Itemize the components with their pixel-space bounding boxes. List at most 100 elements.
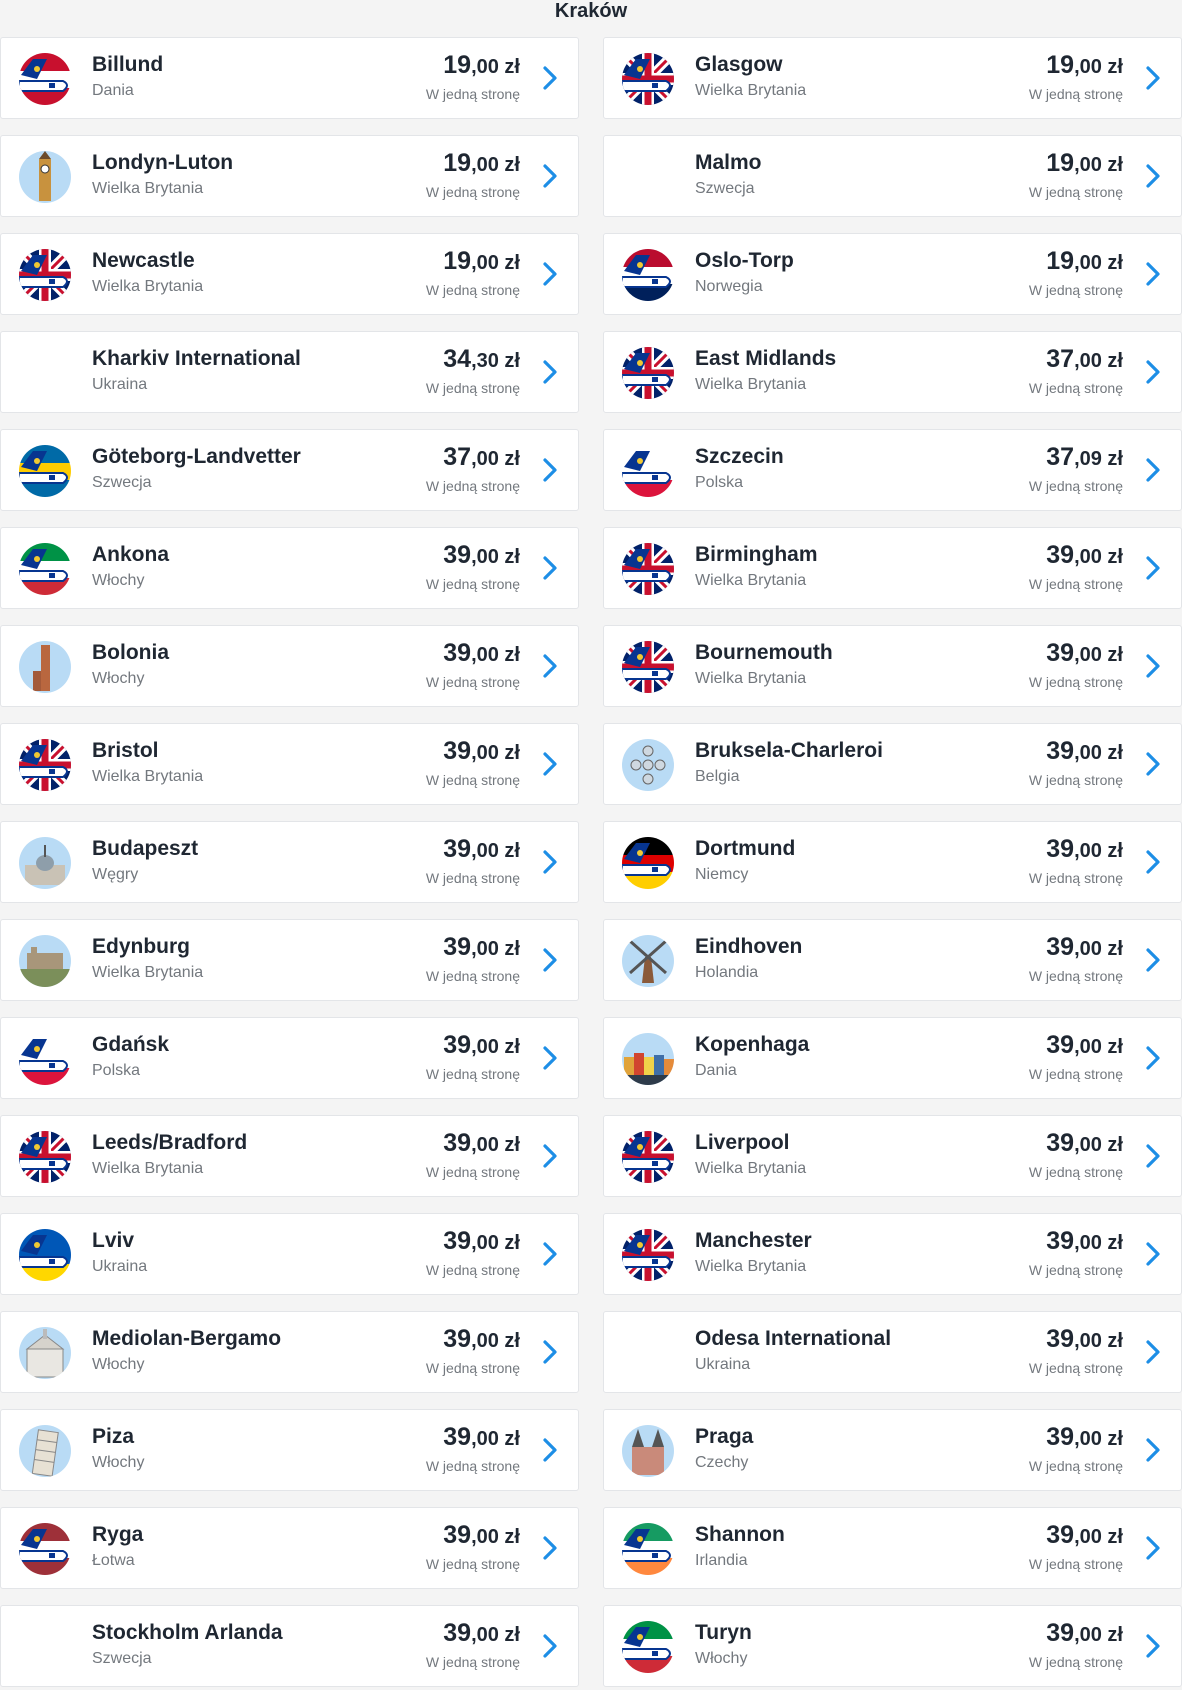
chevron-right-icon[interactable]: [1145, 65, 1161, 91]
chevron-right-icon[interactable]: [542, 163, 558, 189]
price: 39,00 zł: [443, 1325, 520, 1354]
destination-card[interactable]: Billund Dania 19,00 zł W jedną stronę: [0, 37, 579, 119]
destination-card[interactable]: Birmingham Wielka Brytania 39,00 zł W jedną…: [603, 527, 1182, 609]
destination-card[interactable]: Ryga Łotwa 39,00 zł W jedną stronę: [0, 1507, 579, 1589]
destination-card[interactable]: Lviv Ukraina 39,00 zł W jedną stronę: [0, 1213, 579, 1295]
destination-card[interactable]: Shannon Irlandia 39,00 zł W jedną stronę: [603, 1507, 1182, 1589]
atomium-icon: [622, 739, 674, 791]
chevron-right-icon[interactable]: [542, 1143, 558, 1169]
destination-card[interactable]: Liverpool Wielka Brytania 39,00 zł W jedną …: [603, 1115, 1182, 1197]
chevron-right-icon[interactable]: [542, 359, 558, 385]
chevron-right-icon[interactable]: [542, 65, 558, 91]
one-way-note: W jedną stronę: [1028, 1360, 1123, 1376]
destination-card[interactable]: East Midlands Wielka Brytania 37,00 zł W je…: [603, 331, 1182, 413]
destination-card[interactable]: Leeds/Bradford Wielka Brytania 39,00 zł W j…: [0, 1115, 579, 1197]
destination-card[interactable]: Mediolan-Bergamo Włochy 39,00 zł W jedną st…: [0, 1311, 579, 1393]
chevron-right-icon[interactable]: [1145, 751, 1161, 777]
chevron-right-icon[interactable]: [1145, 457, 1161, 483]
destination-card[interactable]: Szczecin Polska 37,09 zł W jedną stronę: [603, 429, 1182, 511]
chevron-right-icon[interactable]: [542, 1437, 558, 1463]
chevron-right-icon[interactable]: [542, 261, 558, 287]
destination-country: Dania: [695, 1062, 737, 1079]
destination-card[interactable]: Glasgow Wielka Brytania 19,00 zł W jedną st…: [603, 37, 1182, 119]
chevron-right-icon[interactable]: [542, 1339, 558, 1365]
chevron-right-icon[interactable]: [542, 1535, 558, 1561]
chevron-right-icon[interactable]: [1145, 261, 1161, 287]
chevron-right-icon[interactable]: [542, 1045, 558, 1071]
destination-name: Oslo-Torp: [695, 249, 794, 272]
chevron-right-icon[interactable]: [1145, 1241, 1161, 1267]
chevron-right-icon[interactable]: [542, 849, 558, 875]
destination-card[interactable]: Kharkiv International Ukraina 34,30 zł W je…: [0, 331, 579, 413]
destination-name: Edynburg: [92, 935, 190, 958]
destination-country: Wielka Brytania: [695, 670, 807, 687]
chevron-right-icon[interactable]: [1145, 359, 1161, 385]
destination-card[interactable]: Londyn-Luton Wielka Brytania 19,00 zł W jed…: [0, 135, 579, 217]
one-way-note: W jedną stronę: [425, 772, 520, 788]
one-way-note: W jedną stronę: [1028, 576, 1123, 592]
price: 39,00 zł: [1046, 639, 1123, 668]
destination-card[interactable]: Manchester Wielka Brytania 39,00 zł W jedną…: [603, 1213, 1182, 1295]
chevron-right-icon[interactable]: [1145, 163, 1161, 189]
chevron-right-icon[interactable]: [1145, 555, 1161, 581]
price-integer: 39: [1046, 1423, 1075, 1451]
price: 39,00 zł: [443, 1227, 520, 1256]
destination-country: Ukraina: [695, 1356, 751, 1373]
chevron-right-icon[interactable]: [1145, 947, 1161, 973]
chevron-right-icon[interactable]: [542, 457, 558, 483]
price-currency: zł: [498, 1526, 520, 1548]
destination-name: Birmingham: [695, 543, 818, 566]
destination-card[interactable]: Turyn Włochy 39,00 zł W jedną stronę: [603, 1605, 1182, 1687]
destination-card[interactable]: Odesa International Ukraina 39,00 zł W jedn…: [603, 1311, 1182, 1393]
destination-card[interactable]: Stockholm Arlanda Szwecja 39,00 zł W jedną …: [0, 1605, 579, 1687]
destination-card[interactable]: Edynburg Wielka Brytania 39,00 zł W jedną s…: [0, 919, 579, 1001]
destination-card[interactable]: Bolonia Włochy 39,00 zł W jedną stronę: [0, 625, 579, 707]
destination-card[interactable]: Ankona Włochy 39,00 zł W jedną stronę: [0, 527, 579, 609]
destination-name: Bournemouth: [695, 641, 833, 664]
destination-country: Szwecja: [92, 474, 152, 491]
destination-card[interactable]: Budapeszt Węgry 39,00 zł W jedną stronę: [0, 821, 579, 903]
destination-name: East Midlands: [695, 347, 837, 370]
destination-card[interactable]: Oslo-Torp Norwegia 19,00 zł W jedną stronę: [603, 233, 1182, 315]
price: 39,00 zł: [443, 1031, 520, 1060]
destination-country: Łotwa: [92, 1552, 135, 1569]
price: 39,00 zł: [1046, 1423, 1123, 1452]
chevron-right-icon[interactable]: [1145, 1437, 1161, 1463]
one-way-note: W jedną stronę: [1028, 1458, 1123, 1474]
chevron-right-icon[interactable]: [1145, 1339, 1161, 1365]
chevron-right-icon[interactable]: [1145, 1633, 1161, 1659]
destination-card[interactable]: Malmo Szwecja 19,00 zł W jedną stronę: [603, 135, 1182, 217]
destination-name: Piza: [92, 1425, 135, 1448]
price-integer: 19: [443, 51, 472, 79]
destination-card[interactable]: Bristol Wielka Brytania 39,00 zł W jedną st…: [0, 723, 579, 805]
chevron-right-icon[interactable]: [542, 653, 558, 679]
chevron-right-icon[interactable]: [1145, 1045, 1161, 1071]
price-decimal: ,00: [1074, 1428, 1102, 1450]
chevron-right-icon[interactable]: [542, 751, 558, 777]
price-decimal: ,00: [471, 644, 499, 666]
chevron-right-icon[interactable]: [542, 555, 558, 581]
destination-card[interactable]: Eindhoven Holandia 39,00 zł W jedną stronę: [603, 919, 1182, 1001]
destination-card[interactable]: Newcastle Wielka Brytania 19,00 zł W jedną …: [0, 233, 579, 315]
chevron-right-icon[interactable]: [542, 947, 558, 973]
price: 39,00 zł: [443, 737, 520, 766]
ryanair-tail-poland-icon: [622, 445, 674, 497]
destination-card[interactable]: Piza Włochy 39,00 zł W jedną stronę: [0, 1409, 579, 1491]
destination-country: Wielka Brytania: [92, 1160, 204, 1177]
destination-card[interactable]: Kopenhaga Dania 39,00 zł W jedną stronę: [603, 1017, 1182, 1099]
destination-card[interactable]: Bournemouth Wielka Brytania 39,00 zł W jedn…: [603, 625, 1182, 707]
chevron-right-icon[interactable]: [1145, 1535, 1161, 1561]
destination-card[interactable]: Gdańsk Polska 39,00 zł W jedną stronę: [0, 1017, 579, 1099]
chevron-right-icon[interactable]: [542, 1241, 558, 1267]
chevron-right-icon[interactable]: [1145, 1143, 1161, 1169]
ryanair-tail-italy-icon: [19, 543, 71, 595]
chevron-right-icon[interactable]: [542, 1633, 558, 1659]
chevron-right-icon[interactable]: [1145, 849, 1161, 875]
ryanair-tail-uk-icon: [19, 739, 71, 791]
destination-card[interactable]: Göteborg-Landvetter Szwecja 37,00 zł W jedn…: [0, 429, 579, 511]
destination-card[interactable]: Praga Czechy 39,00 zł W jedną stronę: [603, 1409, 1182, 1491]
destination-card[interactable]: Dortmund Niemcy 39,00 zł W jedną stronę: [603, 821, 1182, 903]
chevron-right-icon[interactable]: [1145, 653, 1161, 679]
destination-name: Göteborg-Landvetter: [92, 445, 301, 468]
destination-card[interactable]: Bruksela-Charleroi Belgia 39,00 zł W jedną …: [603, 723, 1182, 805]
